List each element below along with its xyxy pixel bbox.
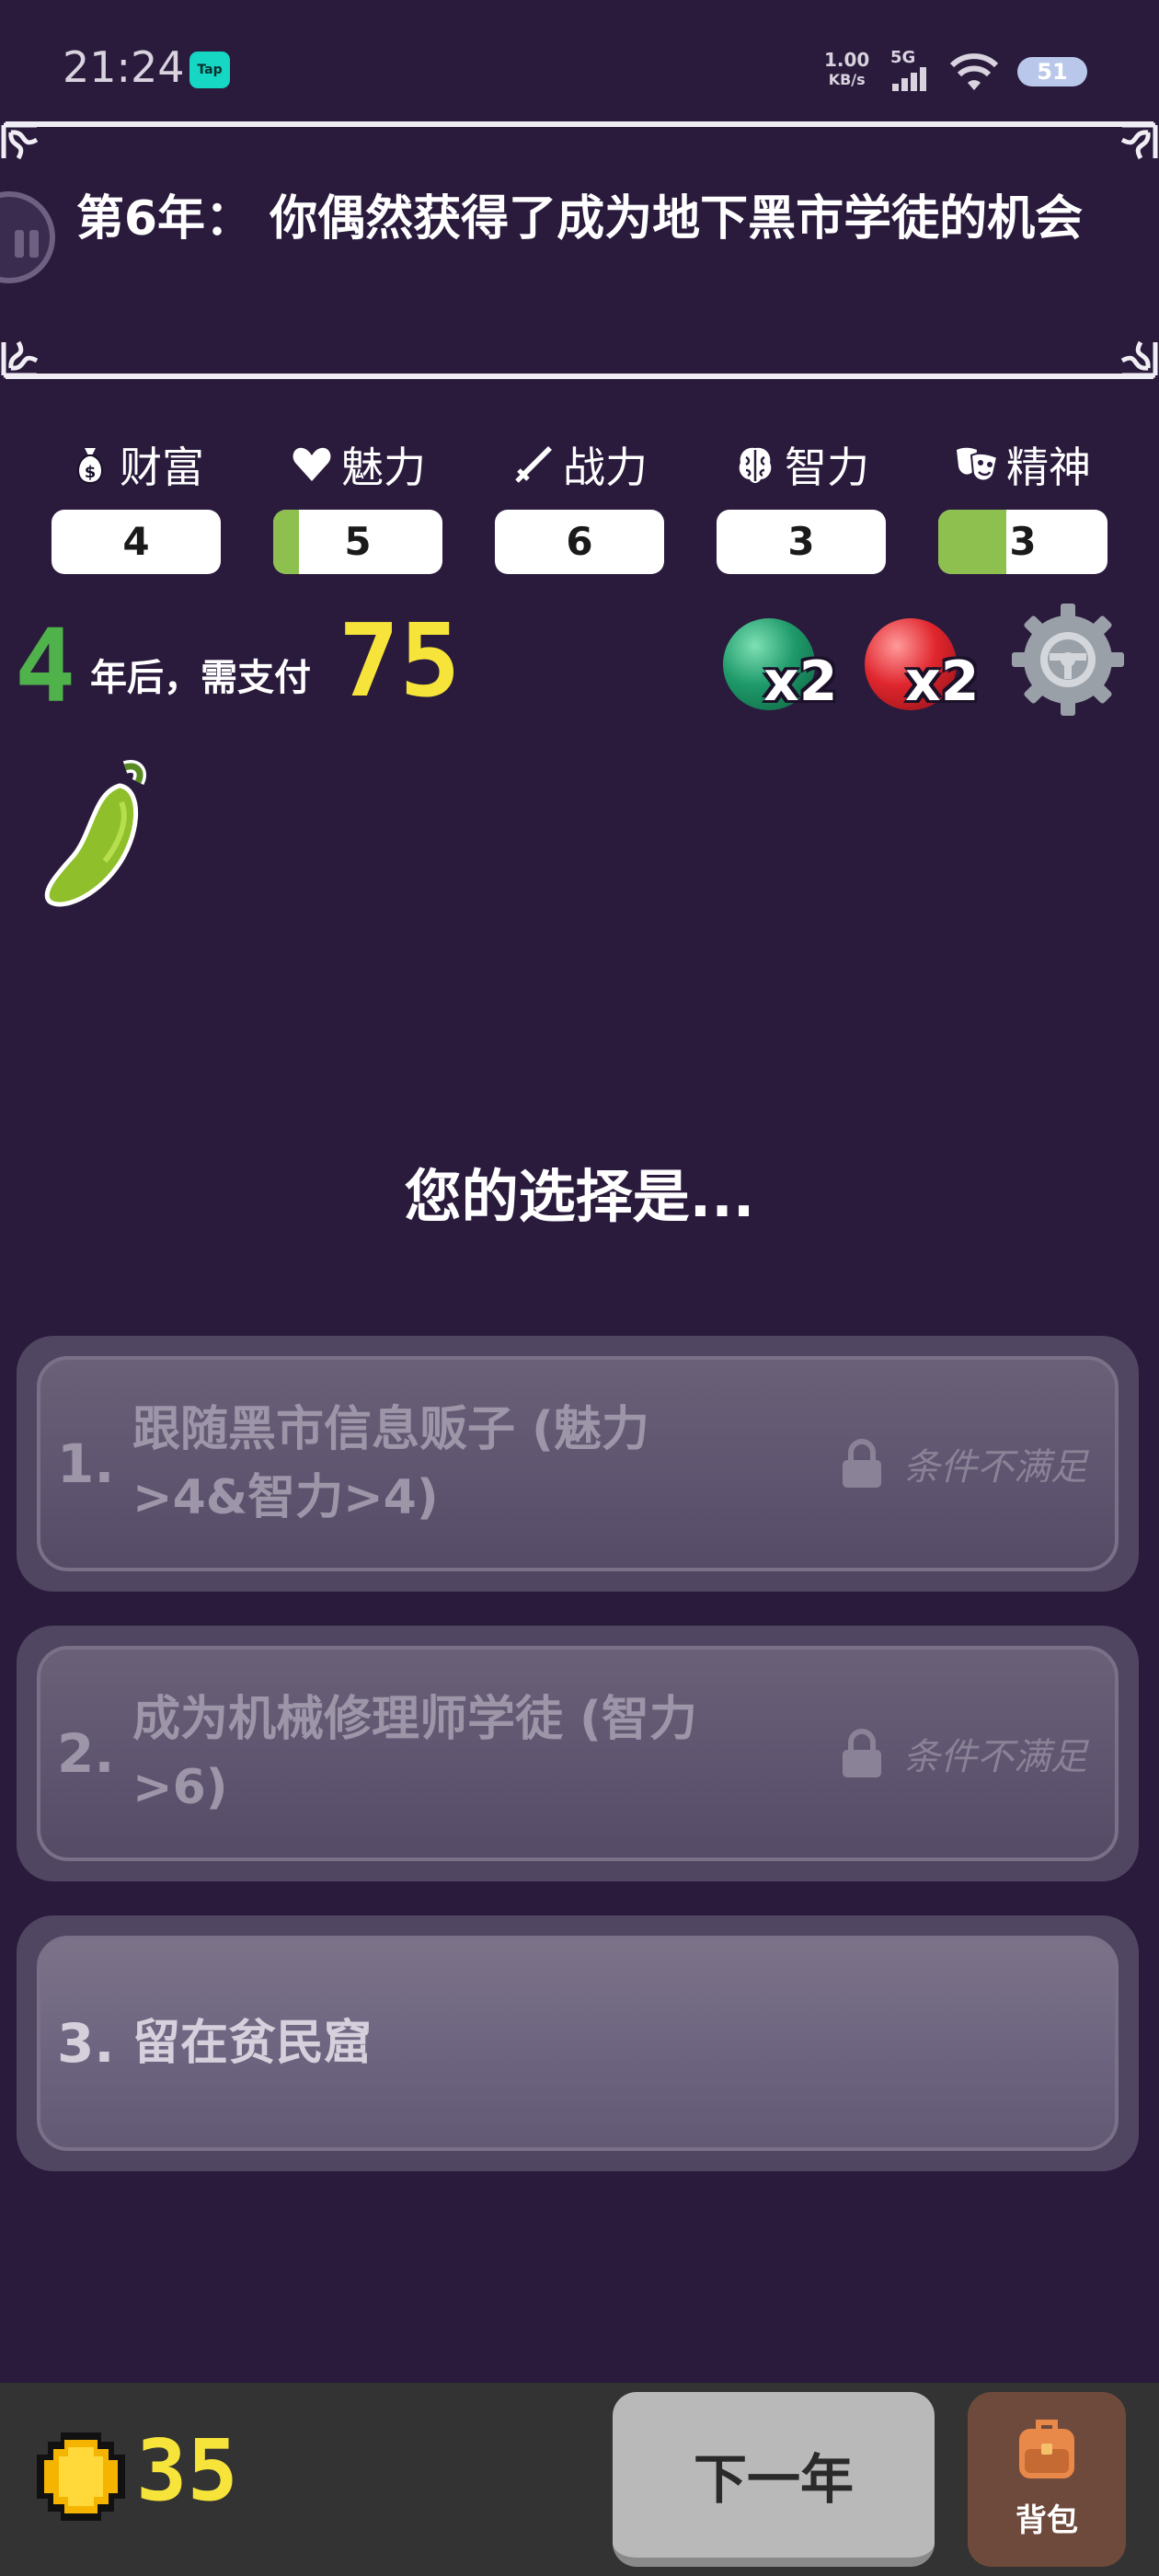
ornament-corner-icon xyxy=(1120,340,1158,378)
event-title: 第6年： 你偶然获得了成为地下黑市学徒的机会 xyxy=(75,191,1084,247)
choice-3-button[interactable]: 3. 留在贫民窟 xyxy=(17,1915,1139,2171)
svg-text:$: $ xyxy=(85,463,97,482)
pause-icon xyxy=(15,230,24,258)
choice-lock: 条件不满足 xyxy=(841,1650,1087,1857)
lock-text: 条件不满足 xyxy=(903,1446,1087,1489)
stat-label: 精神 xyxy=(1006,443,1091,492)
stat-fill-bar xyxy=(273,510,299,574)
network-speed-unit: KB/s xyxy=(828,71,866,88)
ornament-corner-icon xyxy=(1,340,39,378)
payment-years: 4 xyxy=(15,607,76,725)
choice-text: 跟随黑市信息贩子 (魅力>4&智力>4) xyxy=(132,1402,649,1525)
coin-count: 35 xyxy=(136,2421,238,2520)
choice-number: 3. xyxy=(57,2012,115,2075)
coin-icon xyxy=(37,2432,125,2521)
event-banner: 第6年： 你偶然获得了成为地下黑市学徒的机会 xyxy=(0,121,1159,379)
stat-value-box: 4 xyxy=(52,510,221,574)
stat-value-box: 3 xyxy=(717,510,886,574)
stat-value-box: 3 xyxy=(938,510,1107,574)
masks-icon xyxy=(957,447,999,482)
ornament-corner-icon xyxy=(1120,122,1158,160)
backpack-button[interactable]: 背包 xyxy=(968,2392,1126,2567)
money-bag-icon: $ xyxy=(77,448,103,485)
stat-fill-bar xyxy=(938,510,1006,574)
cellular-type-label: 5G xyxy=(890,48,916,67)
green-orb-item[interactable]: x2 xyxy=(723,613,852,723)
lock-icon xyxy=(843,1729,881,1777)
next-year-button[interactable]: 下一年 xyxy=(613,2392,935,2567)
stat-value: 4 xyxy=(122,519,150,564)
choice-lock: 条件不满足 xyxy=(841,1360,1087,1568)
stat-label: 智力 xyxy=(785,443,869,492)
status-time: 21:24 xyxy=(63,42,185,92)
settings-gear-icon[interactable] xyxy=(1008,600,1128,719)
brain-icon xyxy=(739,447,772,483)
stat-label: 财富 xyxy=(120,443,204,492)
choices-prompt: 您的选择是... xyxy=(404,1163,755,1230)
ornament-corner-icon xyxy=(1,122,39,160)
stat-label: 战力 xyxy=(563,443,648,492)
heart-icon xyxy=(293,447,331,481)
cellular-signal-icon: 5G xyxy=(890,48,935,92)
choice-2-button[interactable]: 2. 成为机械修理师学徒 (智力>6) 条件不满足 xyxy=(17,1626,1139,1881)
backpack-label: 背包 xyxy=(1016,2502,1078,2539)
network-speed-value: 1.00 xyxy=(824,49,870,71)
status-bar: 21:24 Tap 1.00 KB/s 5G 51 xyxy=(0,0,1159,129)
battery-icon: 51 xyxy=(1017,57,1087,86)
payment-amount: 75 xyxy=(339,602,461,719)
stat-wealth: $ 财富 4 xyxy=(52,432,221,574)
wifi-icon xyxy=(949,53,999,90)
network-speed: 1.00 KB/s xyxy=(824,50,869,90)
stat-charm: 魅力 5 xyxy=(273,432,442,574)
stat-value-box: 6 xyxy=(495,510,664,574)
sword-icon xyxy=(515,446,552,483)
orb-count: x2 xyxy=(905,650,980,714)
lock-text: 条件不满足 xyxy=(903,1736,1087,1778)
choice-number: 1. xyxy=(57,1432,115,1495)
stat-intelligence: 智力 3 xyxy=(717,432,886,574)
choice-1-button[interactable]: 1. 跟随黑市信息贩子 (魅力>4&智力>4) 条件不满足 xyxy=(17,1336,1139,1592)
stat-label: 魅力 xyxy=(341,443,426,492)
stat-value: 3 xyxy=(1009,519,1037,564)
tap-app-icon: Tap xyxy=(189,52,230,88)
stat-spirit: 精神 3 xyxy=(938,432,1107,574)
choice-text: 成为机械修理师学徒 (智力>6) xyxy=(132,1692,697,1815)
stat-value: 3 xyxy=(787,519,815,564)
red-orb-item[interactable]: x2 xyxy=(865,613,993,723)
lock-icon xyxy=(843,1439,881,1488)
orb-count: x2 xyxy=(763,650,838,714)
backpack-icon xyxy=(1019,2420,1074,2478)
pause-icon xyxy=(29,230,39,258)
stat-combat: 战力 6 xyxy=(495,432,664,574)
green-pepper-icon xyxy=(44,760,146,907)
stat-value-box: 5 xyxy=(273,510,442,574)
stat-value: 5 xyxy=(344,519,372,564)
choice-number: 2. xyxy=(57,1722,115,1785)
stat-value: 6 xyxy=(566,519,593,564)
payment-text: 年后，需支付 xyxy=(90,657,311,699)
choice-text: 留在贫民窟 xyxy=(132,2016,373,2071)
